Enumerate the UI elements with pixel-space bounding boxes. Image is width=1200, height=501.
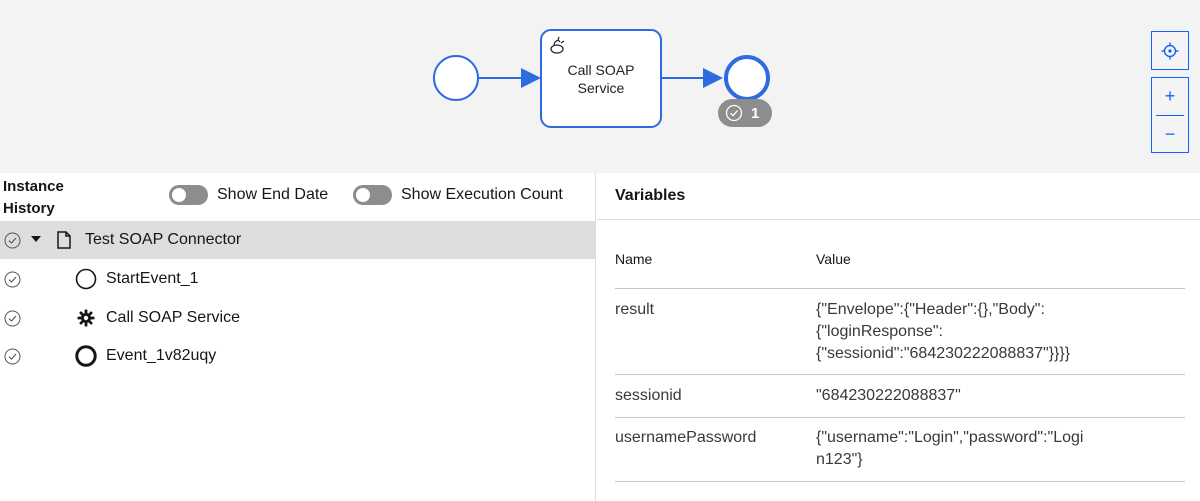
row-label: Test SOAP Connector <box>85 231 242 248</box>
toggle-switch[interactable] <box>169 185 208 205</box>
divider <box>615 374 1185 375</box>
value-line: {"username":"Login","password":"Logi <box>816 429 1084 446</box>
divider <box>615 288 1185 289</box>
show-execution-count-toggle[interactable]: Show Execution Count <box>353 185 563 205</box>
gear-icon <box>77 309 95 327</box>
divider <box>615 417 1185 418</box>
task-label-line2: Service <box>577 80 625 96</box>
history-row-service-task[interactable]: Call SOAP Service <box>0 299 595 337</box>
badge-count: 1 <box>751 104 760 122</box>
value-line: "684230222088837" <box>816 387 961 404</box>
row-label: Call SOAP Service <box>106 309 240 326</box>
instance-history-title: Instance History <box>3 176 83 220</box>
toggle-label: Show Execution Count <box>401 186 563 203</box>
crosshair-icon <box>1161 42 1179 59</box>
history-row-start-event[interactable]: StartEvent_1 <box>0 260 595 298</box>
task-label: Call SOAP Service <box>541 61 661 97</box>
toggle-label: Show End Date <box>217 186 329 203</box>
instance-history-panel: Instance History Show End Date Show Exec… <box>0 173 595 501</box>
toggle-switch[interactable] <box>353 185 392 205</box>
value-line: {"loginResponse": <box>816 323 943 340</box>
zoom-in-button[interactable]: + <box>1152 78 1188 115</box>
show-end-date-toggle[interactable]: Show End Date <box>169 185 328 205</box>
value-line: {"sessionid":"684230222088837"}}}} <box>816 345 1071 362</box>
variable-name: sessionid <box>615 387 682 404</box>
end-event-icon <box>75 345 97 367</box>
zoom-out-button[interactable]: − <box>1152 116 1188 153</box>
row-label: StartEvent_1 <box>106 270 199 287</box>
check-circle-icon <box>4 348 21 365</box>
variables-panel: Variables Name Value result {"Envelope":… <box>596 173 1200 501</box>
check-circle-icon <box>4 232 21 249</box>
check-circle-icon <box>4 271 21 288</box>
start-event-icon <box>75 268 97 290</box>
title-line1: Instance <box>3 178 64 195</box>
history-row-end-event[interactable]: Event_1v82uqy <box>0 337 595 375</box>
variable-value[interactable]: {"username":"Login","password":"Logi n12… <box>816 427 1126 471</box>
column-header-name: Name <box>615 251 653 267</box>
task-label-line1: Call SOAP <box>567 62 635 78</box>
document-icon <box>57 231 71 249</box>
start-event-shape[interactable] <box>433 55 479 101</box>
zoom-controls: + − <box>1151 77 1189 153</box>
history-row-process[interactable]: Test SOAP Connector <box>0 221 595 259</box>
divider <box>596 219 1200 220</box>
divider <box>615 481 1185 482</box>
recenter-button[interactable] <box>1151 31 1189 70</box>
value-line: {"Envelope":{"Header":{},"Body": <box>816 301 1045 318</box>
end-event-shape[interactable] <box>724 55 770 101</box>
variable-name: usernamePassword <box>615 429 757 446</box>
variable-name: result <box>615 301 655 318</box>
variable-value[interactable]: "684230222088837" <box>816 385 1126 407</box>
value-line: n123"} <box>816 451 863 468</box>
check-circle-icon <box>725 104 743 122</box>
diagram-canvas[interactable]: Call SOAP Service 1 + − <box>0 0 1200 173</box>
check-circle-icon <box>4 310 21 327</box>
title-line2: History <box>3 200 55 217</box>
variables-title: Variables <box>615 187 686 204</box>
row-label: Event_1v82uqy <box>106 347 217 364</box>
caret-down-icon[interactable] <box>31 236 41 243</box>
column-header-value: Value <box>816 251 851 267</box>
completed-count-badge: 1 <box>718 99 772 127</box>
variable-value[interactable]: {"Envelope":{"Header":{},"Body": {"login… <box>816 299 1126 365</box>
